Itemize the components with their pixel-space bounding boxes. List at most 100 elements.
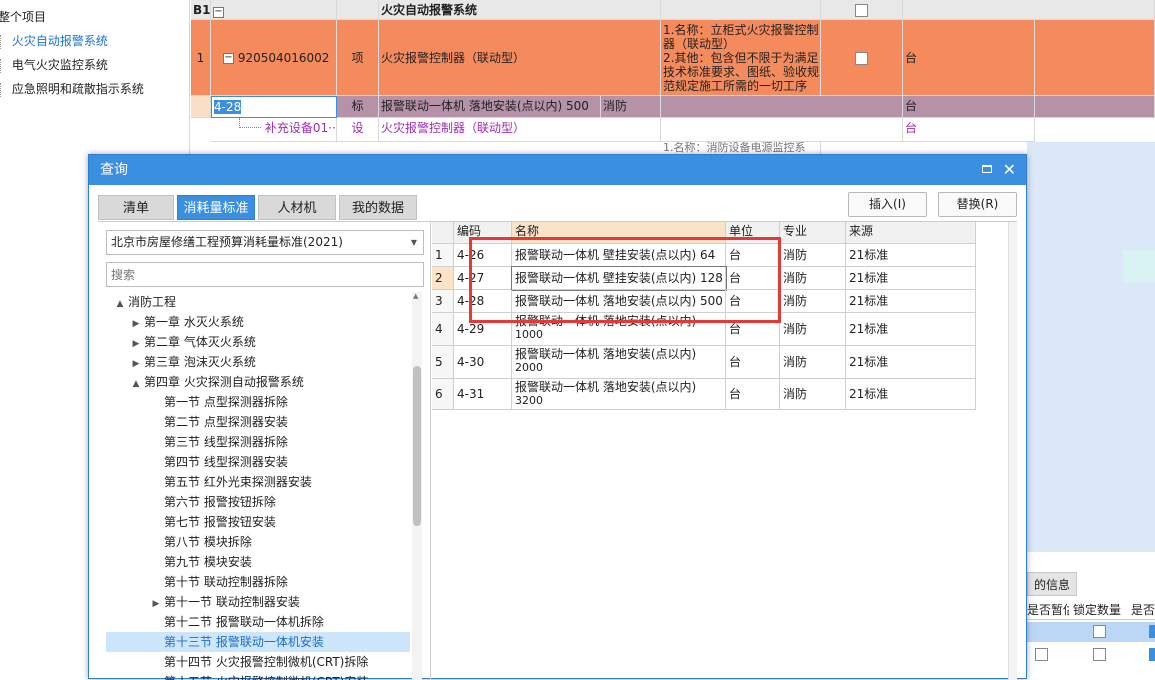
tree-node[interactable]: 第十四节 火灾报警控制微机(CRT)拆除: [106, 652, 410, 672]
tree-node[interactable]: ▶ 第十一节 联动控制器安装: [106, 592, 410, 612]
source-cell[interactable]: 21标准: [846, 346, 976, 379]
dialog-title-bar[interactable]: 查询 ✕: [89, 155, 1026, 185]
tree-node[interactable]: ▶ 第一章 水灭火系统: [106, 312, 410, 332]
collapsed-arrow-icon[interactable]: ▶: [128, 314, 144, 334]
tree-item-emergency-lighting[interactable]: 应急照明和疏散指示系统: [0, 78, 144, 100]
major-cell[interactable]: 消防: [780, 313, 846, 346]
col-header: 锁定数量: [1073, 603, 1122, 617]
tree-node[interactable]: 第二节 点型探测器安装: [106, 412, 410, 432]
cell: [661, 118, 903, 142]
tree-node[interactable]: 第十节 联动控制器拆除: [106, 572, 410, 592]
search-box[interactable]: [106, 262, 424, 287]
column-header[interactable]: [432, 222, 454, 244]
tab-bill[interactable]: 清单: [98, 195, 174, 220]
source-cell[interactable]: 21标准: [846, 379, 976, 410]
name-cell[interactable]: 报警联动一体机 落地安装(点以内) 3200: [512, 379, 726, 410]
checkbox[interactable]: [855, 52, 868, 65]
major-cell[interactable]: 消防: [780, 244, 846, 267]
close-icon[interactable]: ✕: [1003, 155, 1016, 185]
tree-node[interactable]: 第六节 报警按钮拆除: [106, 492, 410, 512]
tree-node[interactable]: 第五节 红外光束探测器安装: [106, 472, 410, 492]
tree-item-electrical-monitor[interactable]: 电气火灾监控系统: [0, 54, 108, 76]
tree-node[interactable]: ▶ 第二章 气体灭火系统: [106, 332, 410, 352]
collapse-toggle[interactable]: −: [211, 0, 337, 20]
code-text: 4-28: [214, 100, 242, 114]
tab-consumption-standard[interactable]: 消耗量标准: [177, 195, 255, 220]
unit-cell[interactable]: 台: [726, 379, 780, 410]
tab-my-data[interactable]: 我的数据: [339, 195, 417, 220]
search-input[interactable]: [107, 263, 423, 286]
scrollbar-thumb[interactable]: [413, 366, 421, 526]
checkbox-cell[interactable]: [821, 0, 903, 20]
row-index[interactable]: 6: [432, 379, 454, 410]
tree-node[interactable]: 第八节 模块拆除: [106, 532, 410, 552]
tree-node[interactable]: ▶ 第三章 泡沫灭火系统: [106, 352, 410, 372]
tree-line-icon: [239, 118, 261, 128]
expanded-arrow-icon[interactable]: ▲: [112, 294, 128, 314]
code-text: 920504016002: [237, 51, 330, 65]
insert-button[interactable]: 插入(I): [848, 192, 927, 217]
minus-icon[interactable]: −: [223, 53, 234, 64]
code-edit-field[interactable]: 4-28: [211, 96, 337, 118]
tree-node[interactable]: 第七节 报警按钮安装: [106, 512, 410, 532]
tree-item-whole-project[interactable]: 整个项目: [0, 6, 46, 28]
row-index[interactable]: 3: [432, 290, 454, 313]
row-index[interactable]: 5: [432, 346, 454, 379]
tree-node[interactable]: ▲ 消防工程: [106, 292, 410, 312]
tree-node[interactable]: 第一节 点型探测器拆除: [106, 392, 410, 412]
tree-node[interactable]: ▲ 第四章 火灾探测自动报警系统: [106, 372, 410, 392]
collapsed-arrow-icon[interactable]: ▶: [128, 354, 144, 374]
row-index[interactable]: 4: [432, 313, 454, 346]
tree-node-label: 第一节 点型探测器拆除: [164, 395, 288, 409]
row-index[interactable]: 2: [432, 267, 454, 290]
checkbox[interactable]: [1093, 625, 1106, 638]
table-scrollbar[interactable]: [1008, 222, 1017, 680]
row-index[interactable]: 1: [432, 244, 454, 267]
code-cell[interactable]: 4-31: [454, 379, 512, 410]
item-name: 火灾报警控制器（联动型）: [379, 20, 661, 96]
source-cell[interactable]: 21标准: [846, 290, 976, 313]
item-code: 补充设备01···: [211, 118, 337, 142]
standard-select[interactable]: 北京市房屋修缮工程预算消耗量标准(2021) ▼: [106, 230, 424, 255]
tree-node[interactable]: 第九节 模块安装: [106, 552, 410, 572]
major-cell[interactable]: 消防: [780, 267, 846, 290]
code-cell[interactable]: 4-30: [454, 346, 512, 379]
unit-cell[interactable]: 台: [726, 346, 780, 379]
tree-node-label: 第十四节 火灾报警控制微机(CRT)拆除: [164, 655, 369, 669]
source-cell[interactable]: 21标准: [846, 267, 976, 290]
tree-item-fire-alarm[interactable]: 火灾自动报警系统: [0, 30, 108, 52]
major-cell[interactable]: 消防: [780, 379, 846, 410]
tree-node[interactable]: 第四节 线型探测器安装: [106, 452, 410, 472]
column-header[interactable]: 专业: [780, 222, 846, 244]
expanded-arrow-icon[interactable]: ▲: [128, 374, 144, 394]
tab-info[interactable]: 的信息: [1027, 572, 1077, 596]
collapsed-arrow-icon[interactable]: ▶: [128, 334, 144, 354]
checkbox[interactable]: [855, 4, 868, 17]
major-cell[interactable]: 消防: [780, 290, 846, 313]
source-cell[interactable]: 21标准: [846, 244, 976, 267]
replace-button[interactable]: 替换(R): [938, 192, 1017, 217]
name-cell[interactable]: 报警联动一体机 落地安装(点以内) 2000: [512, 346, 726, 379]
desc-line: 2.其他：包含但不限于为满足: [663, 51, 819, 65]
checkbox[interactable]: [1149, 625, 1155, 638]
tab-labor-material-machine[interactable]: 人材机: [258, 195, 336, 220]
major-cell[interactable]: 消防: [780, 346, 846, 379]
tree-node[interactable]: 第三节 线型探测器拆除: [106, 432, 410, 452]
tree-scrollbar[interactable]: ▲: [412, 292, 422, 680]
maximize-icon[interactable]: [982, 165, 992, 173]
collapsed-arrow-icon[interactable]: ▶: [148, 594, 164, 614]
checkbox[interactable]: [1093, 648, 1106, 661]
checkbox-cell[interactable]: [821, 20, 903, 96]
tree-node[interactable]: 第十二节 报警联动一体机拆除: [106, 612, 410, 632]
item-type: 项: [337, 20, 379, 96]
column-header[interactable]: 来源: [846, 222, 976, 244]
checkbox[interactable]: [1149, 648, 1155, 661]
item-name: 火灾报警控制器（联动型）: [379, 118, 661, 142]
scroll-up-icon[interactable]: ▲: [413, 292, 418, 300]
tree-node-label: 第十五节 火灾报警控制微机(CRT)安装: [164, 675, 368, 680]
splitter[interactable]: [430, 221, 431, 680]
tree-line-icon: [0, 34, 8, 49]
source-cell[interactable]: 21标准: [846, 313, 976, 346]
checkbox[interactable]: [1035, 648, 1048, 661]
tree-node[interactable]: 第十三节 报警联动一体机安装: [106, 632, 410, 652]
